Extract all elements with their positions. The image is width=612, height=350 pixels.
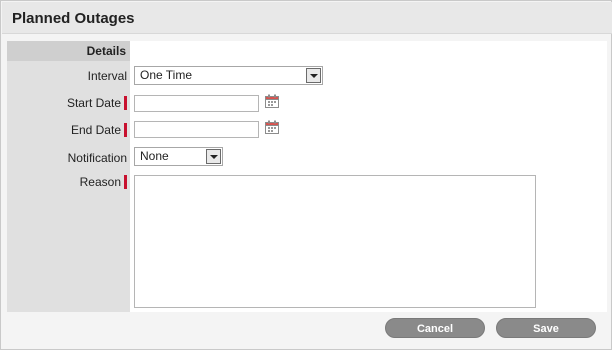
reason-textarea[interactable] <box>134 175 536 308</box>
end-date-label: End Date <box>7 123 130 137</box>
interval-label: Interval <box>7 69 130 83</box>
reason-label-text: Reason <box>79 175 121 189</box>
start-date-label: Start Date <box>7 96 130 110</box>
reason-label: Reason <box>7 175 130 189</box>
details-form: Details Interval One Time Start Date End… <box>7 41 607 312</box>
start-date-label-text: Start Date <box>66 96 121 110</box>
interval-select[interactable]: One Time <box>134 66 323 85</box>
required-marker <box>124 96 127 110</box>
required-marker <box>124 123 127 137</box>
interval-label-text: Interval <box>87 69 127 83</box>
planned-outages-panel: Planned Outages Details Interval One Tim… <box>0 0 612 350</box>
notification-select-value: None <box>140 149 169 163</box>
notification-label: Notification <box>7 151 130 165</box>
chevron-down-icon[interactable] <box>306 68 321 83</box>
panel-header: Planned Outages <box>2 2 612 34</box>
interval-select-value: One Time <box>140 68 193 82</box>
required-marker <box>124 175 127 189</box>
cancel-button[interactable]: Cancel <box>385 318 485 338</box>
save-button[interactable]: Save <box>496 318 596 338</box>
notification-label-text: Notification <box>67 151 127 165</box>
chevron-down-icon[interactable] <box>206 149 221 164</box>
end-date-input[interactable] <box>134 121 259 138</box>
notification-select[interactable]: None <box>134 147 223 166</box>
page-title: Planned Outages <box>12 10 135 27</box>
start-date-input[interactable] <box>134 95 259 112</box>
end-date-label-text: End Date <box>70 123 121 137</box>
calendar-icon[interactable] <box>265 94 279 108</box>
calendar-icon[interactable] <box>265 120 279 134</box>
section-title: Details <box>7 41 130 61</box>
